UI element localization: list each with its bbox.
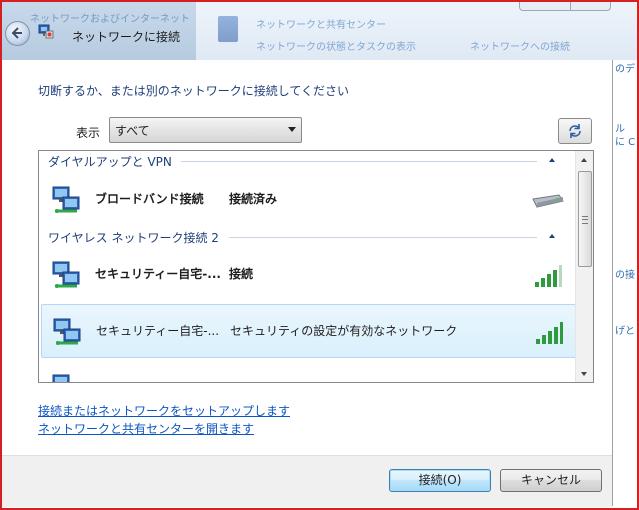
scroll-up-button[interactable]	[576, 151, 593, 168]
sharing-center-link[interactable]: ネットワークと共有センターを開きます	[38, 420, 254, 437]
show-filter-dropdown[interactable]: すべて	[109, 117, 302, 143]
network-status: 接続	[229, 267, 254, 281]
group-header-dialup: ダイヤルアップと VPN	[48, 155, 172, 169]
group-divider	[181, 161, 537, 162]
network-item-wireless-3[interactable]	[41, 361, 575, 383]
signal-strength-icon	[535, 265, 562, 287]
network-name: セキュリティー自宅-...	[95, 267, 221, 281]
modem-icon	[532, 194, 564, 208]
scroll-thumb[interactable]	[578, 171, 592, 267]
network-name: ブロードバンド接続	[95, 192, 204, 206]
network-computers-icon	[52, 261, 80, 288]
instruction-text: 切断するか、または別のネットワークに接続してください	[38, 84, 350, 98]
network-item-wireless-1[interactable]: セキュリティー自宅-... 接続	[41, 248, 575, 300]
show-filter-label: 表示	[76, 126, 101, 140]
signal-strength-icon	[533, 377, 563, 383]
network-item-wireless-2[interactable]: セキュリティー自宅-... セキュリティの設定が有効なネットワーク	[41, 304, 577, 358]
network-list[interactable]: ダイヤルアップと VPN ブロードバンド接続 接続済み ワイヤレス ネットワーク…	[38, 150, 594, 383]
network-computers-icon	[53, 318, 81, 345]
collapse-icon[interactable]	[549, 158, 555, 162]
network-name: セキュリティー自宅-...	[96, 324, 220, 338]
scroll-down-button[interactable]	[576, 365, 593, 382]
connect-button[interactable]: 接続(O)	[389, 469, 491, 492]
network-item-broadband[interactable]: ブロードバンド接続 接続済み	[41, 173, 575, 225]
network-computers-icon	[52, 374, 70, 382]
collapse-icon[interactable]	[549, 234, 555, 238]
cancel-button[interactable]: キャンセル	[500, 469, 602, 492]
signal-strength-icon	[536, 322, 563, 344]
refresh-icon	[569, 124, 581, 138]
group-header-wireless: ワイヤレス ネットワーク接続 2	[48, 231, 219, 245]
network-status: セキュリティの設定が有効なネットワーク	[230, 324, 458, 338]
setup-connection-link[interactable]: 接続またはネットワークをセットアップします	[38, 402, 290, 419]
refresh-button[interactable]	[558, 118, 592, 144]
network-status: 接続済み	[229, 192, 278, 206]
list-scrollbar[interactable]	[575, 151, 593, 382]
network-computers-icon	[52, 186, 80, 213]
chevron-down-icon	[288, 127, 296, 132]
show-filter-value: すべて	[115, 124, 150, 138]
group-divider	[229, 237, 537, 238]
